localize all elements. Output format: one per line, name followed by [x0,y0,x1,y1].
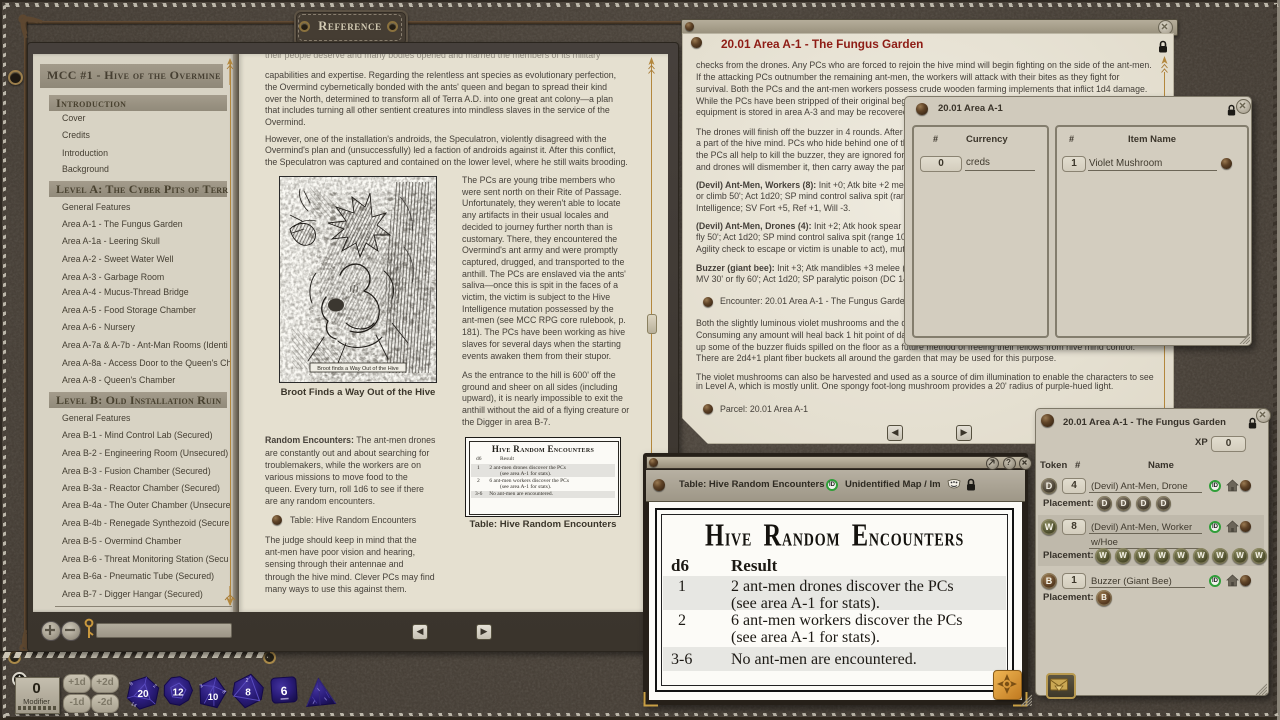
svg-text:8: 8 [245,688,251,699]
svg-text:20: 20 [137,689,149,700]
svg-text:14: 14 [130,701,138,709]
svg-text:2: 2 [246,678,249,684]
svg-text:6: 6 [280,684,288,698]
svg-text:12: 12 [172,688,184,699]
svg-text:Broot finds a Way Out of the H: Broot finds a Way Out of the Hive [317,366,398,372]
svg-text:10: 10 [208,692,219,703]
